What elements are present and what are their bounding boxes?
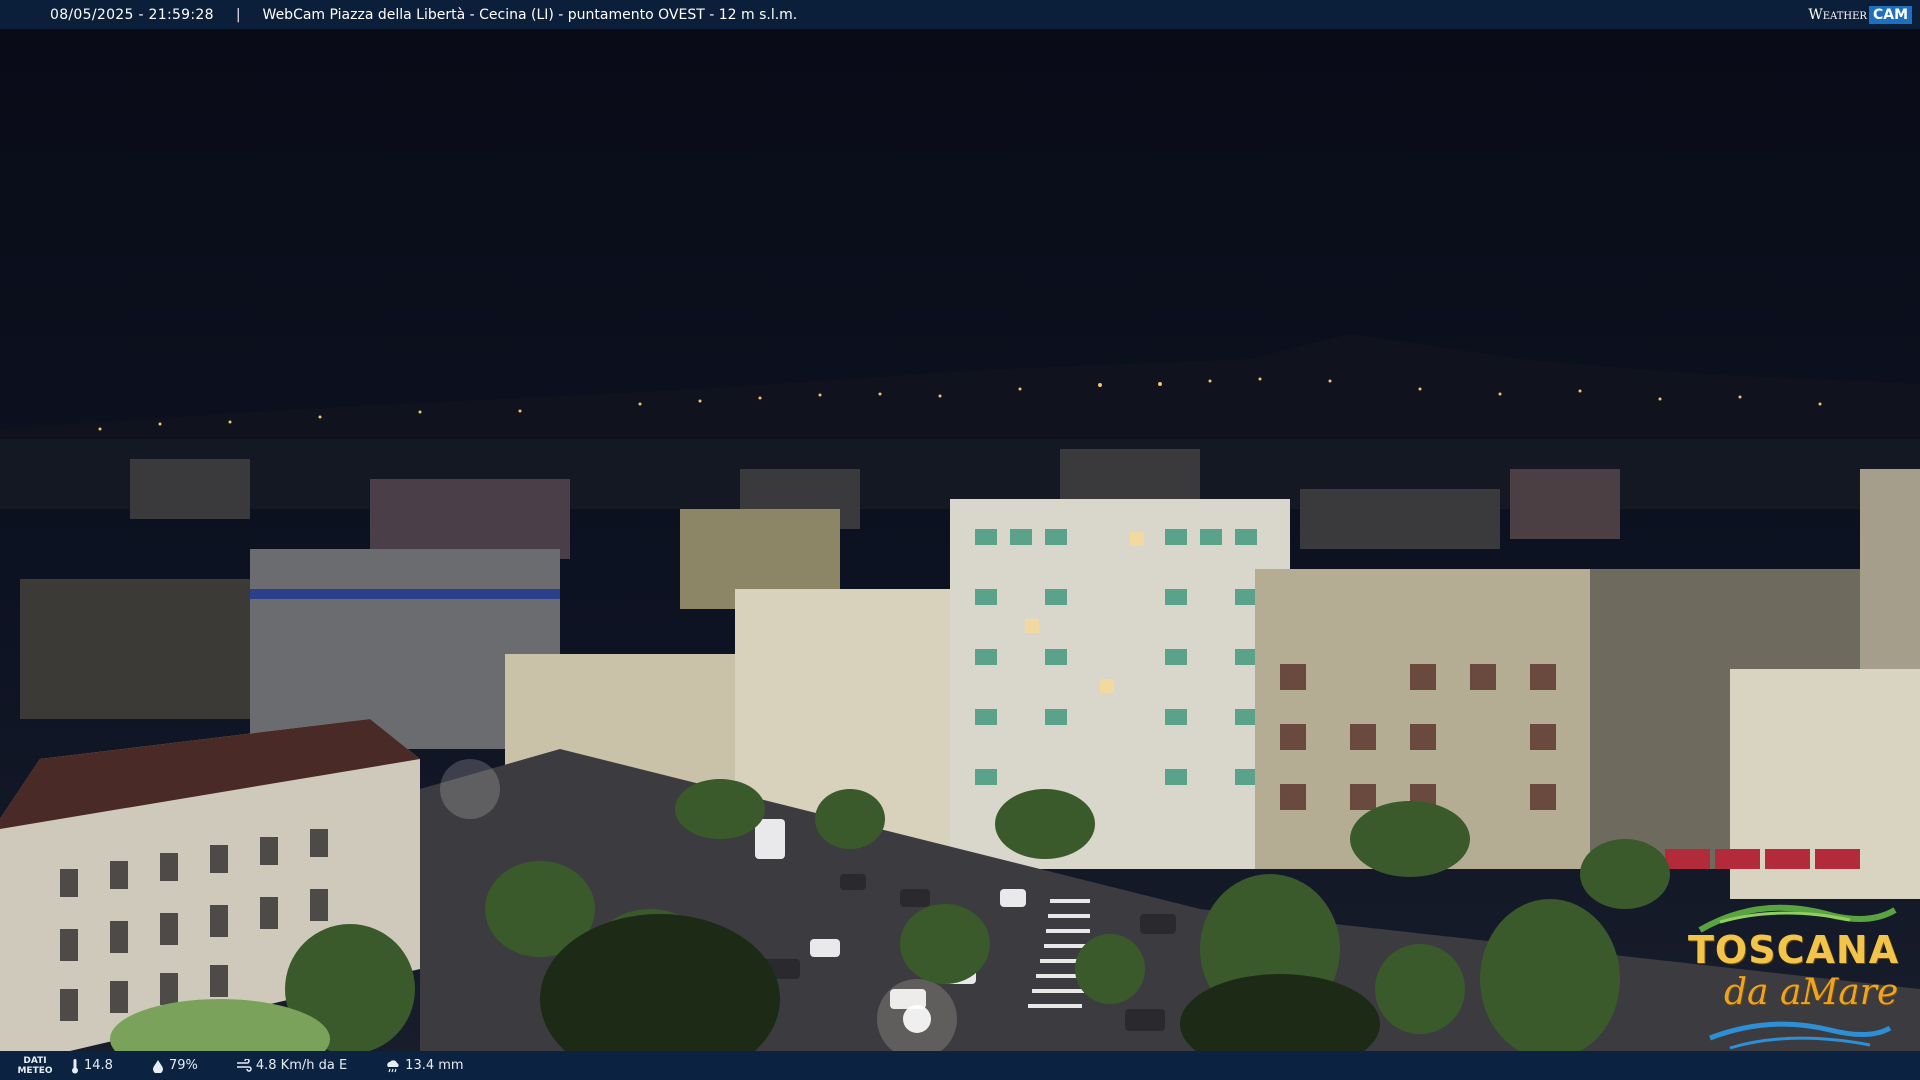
rain-cloud-icon <box>387 1059 399 1072</box>
caption-separator: | <box>235 6 241 23</box>
wind-icon <box>236 1058 252 1072</box>
wind-value: 4.8 Km/h da E <box>255 1058 348 1073</box>
webcam-caption: WebCam Piazza della Libertà - Cecina (LI… <box>262 6 798 23</box>
timestamp: 08/05/2025 - 21:59:28 <box>50 6 214 23</box>
webcam-night-view <box>0 29 1920 1051</box>
humidity-value: 79% <box>168 1058 198 1073</box>
humidity-drop-icon <box>152 1059 163 1073</box>
humidity-reading: 79% <box>151 1058 198 1073</box>
city-night-scene <box>0 334 1920 1051</box>
weathercam-brand-logo: Weather CAM <box>1808 3 1912 26</box>
logo-text-toscana: TOSCANA <box>1688 928 1900 972</box>
brand-cam: CAM <box>1868 5 1912 24</box>
webcam-caption-bar: 08/05/2025 - 21:59:28 | WebCam Piazza de… <box>0 0 1920 29</box>
thermometer-icon <box>72 1058 78 1073</box>
rain-reading: 13.4 mm <box>385 1058 464 1073</box>
logo-text-da-amare: da aMare <box>1724 972 1899 1013</box>
temperature-value: 14.8 <box>84 1058 113 1073</box>
brand-word: Weather <box>1808 6 1867 23</box>
wind-reading: 4.8 Km/h da E <box>236 1058 347 1073</box>
rain-value: 13.4 mm <box>405 1058 464 1073</box>
toscana-da-amare-logo: TOSCANA da aMare <box>1680 890 1910 1060</box>
temperature-reading: 14.8 <box>70 1058 113 1074</box>
weather-data-bar: DATI METEO 14.8 79% 4.8 Km/h da E 13.4 m… <box>0 1051 1920 1080</box>
weather-data-label: DATI METEO <box>17 1055 53 1076</box>
